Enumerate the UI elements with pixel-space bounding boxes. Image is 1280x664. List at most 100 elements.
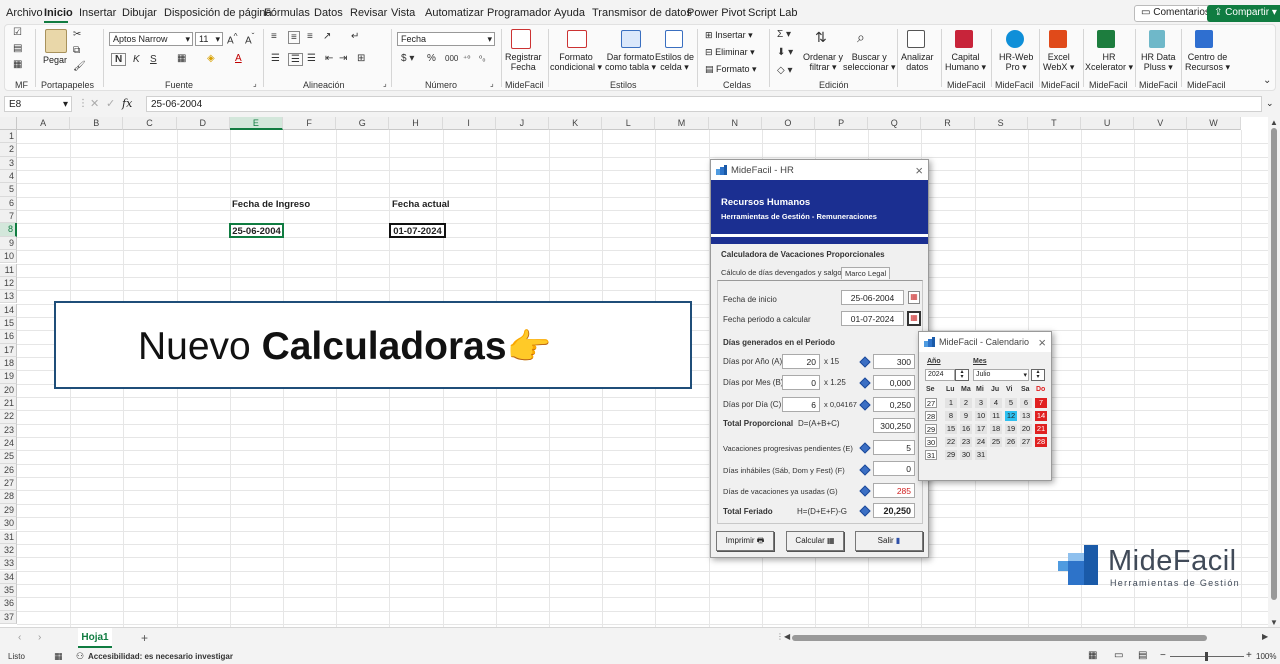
row-header-29[interactable]: 29: [0, 503, 17, 518]
macro-record-icon[interactable]: ▦: [54, 651, 63, 662]
column-header-c[interactable]: C: [123, 117, 177, 130]
column-header-b[interactable]: B: [70, 117, 124, 130]
column-header-l[interactable]: L: [602, 117, 656, 130]
row-header-34[interactable]: 34: [0, 570, 17, 584]
menu-ayuda[interactable]: Ayuda: [554, 7, 585, 19]
column-header-f[interactable]: F: [283, 117, 337, 130]
font-color-icon[interactable]: A: [235, 53, 242, 64]
hr-web-button[interactable]: HR-Web Pro ▾: [999, 52, 1033, 72]
page-break-icon[interactable]: ▤: [1138, 650, 1147, 661]
row-header-4[interactable]: 4: [0, 170, 17, 184]
row-header-12[interactable]: 12: [0, 276, 17, 291]
column-header-m[interactable]: M: [655, 117, 709, 130]
indent-increase-icon[interactable]: ⇥: [339, 53, 347, 64]
calendar-day[interactable]: 7: [1035, 398, 1047, 408]
mf-icon-1[interactable]: ☑: [13, 27, 22, 38]
row-header-7[interactable]: 7: [0, 210, 17, 224]
row-header-36[interactable]: 36: [0, 597, 17, 611]
calendar-day[interactable]: 6: [1020, 398, 1032, 408]
calendar-day[interactable]: 22: [945, 437, 957, 447]
format-button[interactable]: ▤ Formato ▾: [705, 64, 757, 74]
calendar-day[interactable]: 21: [1035, 424, 1047, 434]
hr-xcelerator-button[interactable]: HR Xcelerator ▾: [1085, 52, 1133, 72]
row-header-8[interactable]: 8: [0, 223, 17, 237]
excel-webx-button[interactable]: Excel WebX ▾: [1043, 52, 1074, 72]
column-header-r[interactable]: R: [921, 117, 975, 130]
fill-icon[interactable]: ⬇ ▾: [777, 47, 793, 58]
calendar-day[interactable]: 9: [960, 411, 972, 421]
calendar-day[interactable]: 19: [1005, 424, 1017, 434]
hr-xcelerator-icon[interactable]: [1097, 30, 1115, 48]
row-header-11[interactable]: 11: [0, 263, 17, 277]
bold-icon[interactable]: N: [111, 53, 127, 66]
name-box[interactable]: E8 ▾: [4, 96, 72, 112]
exit-button[interactable]: Salir ▮: [855, 531, 923, 551]
row-header-16[interactable]: 16: [0, 330, 17, 344]
menu-automatizar[interactable]: Automatizar: [425, 7, 484, 19]
decrease-decimal-icon[interactable]: ⁰₀: [479, 54, 486, 63]
column-header-d[interactable]: D: [176, 117, 230, 130]
row-header-13[interactable]: 13: [0, 290, 17, 304]
column-header-e[interactable]: E: [229, 117, 283, 130]
month-spinner-icon[interactable]: ▴ ▾: [1031, 369, 1045, 381]
find-select-button[interactable]: Buscar y seleccionar ▾: [843, 52, 896, 72]
menu-scriptlab[interactable]: Script Lab: [748, 7, 798, 19]
register-date-button[interactable]: Registrar Fecha: [505, 52, 542, 72]
row-header-3[interactable]: 3: [0, 156, 17, 170]
indent-decrease-icon[interactable]: ⇤: [325, 53, 333, 64]
cell-styles-button[interactable]: Estilos de celda ▾: [655, 52, 694, 72]
calendar-day[interactable]: 16: [960, 424, 972, 434]
align-middle-icon[interactable]: ≡: [288, 31, 300, 44]
select-all-corner[interactable]: [0, 117, 17, 130]
calendar-day[interactable]: 17: [975, 424, 987, 434]
scroll-up-icon[interactable]: ▲: [1270, 118, 1278, 127]
percent-icon[interactable]: %: [427, 53, 436, 64]
row-header-31[interactable]: 31: [0, 530, 17, 544]
centro-recursos-icon[interactable]: [1195, 30, 1213, 48]
calendar-day[interactable]: 30: [960, 450, 972, 460]
align-right-icon[interactable]: ☰: [307, 53, 316, 64]
cell-fecha-ingreso[interactable]: 25-06-2004: [229, 223, 284, 238]
calendar-day[interactable]: 13: [1020, 411, 1032, 421]
autosum-icon[interactable]: Σ ▾: [777, 29, 791, 40]
table-format-icon[interactable]: [621, 30, 641, 48]
row-header-26[interactable]: 26: [0, 463, 17, 478]
row-header-22[interactable]: 22: [0, 410, 17, 424]
menu-powerpivot[interactable]: Power Pivot: [687, 7, 746, 19]
number-format-select[interactable]: Fecha ▾: [397, 32, 495, 46]
column-header-a[interactable]: A: [17, 117, 71, 130]
menu-transmisor[interactable]: Transmisor de datos: [592, 7, 692, 19]
conditional-format-button[interactable]: Formato condicional ▾: [550, 52, 602, 72]
menu-disposicion[interactable]: Disposición de página: [164, 7, 272, 19]
menu-datos[interactable]: Datos: [314, 7, 343, 19]
delete-button[interactable]: ⊟ Eliminar ▾: [705, 47, 755, 57]
row-header-23[interactable]: 23: [0, 423, 17, 437]
tab-marco-legal[interactable]: Marco Legal: [841, 267, 891, 279]
cell-fecha-actual[interactable]: 01-07-2024: [389, 223, 446, 238]
column-header-k[interactable]: K: [549, 117, 603, 130]
row-header-30[interactable]: 30: [0, 517, 17, 531]
mf-icon-3[interactable]: ▦: [13, 59, 22, 70]
calendar-titlebar[interactable]: MideFacil - Calendario ×: [919, 332, 1051, 352]
hr-data-pluss-button[interactable]: HR Data Pluss ▾: [1141, 52, 1176, 72]
formula-input[interactable]: 25-06-2004: [146, 96, 1262, 112]
scroll-left-icon[interactable]: ◀: [784, 632, 790, 641]
find-select-icon[interactable]: ⌕: [857, 29, 865, 46]
row-header-35[interactable]: 35: [0, 583, 17, 598]
dialog-launcher-icon[interactable]: ⌟: [490, 79, 494, 88]
zoom-out-icon[interactable]: −: [1160, 650, 1166, 661]
calendar-day[interactable]: 12: [1005, 411, 1017, 421]
cut-icon[interactable]: ✂: [73, 29, 81, 40]
cell-styles-icon[interactable]: [665, 30, 683, 48]
mf-icon-2[interactable]: ▤: [13, 43, 22, 54]
row-header-32[interactable]: 32: [0, 543, 17, 558]
row-header-17[interactable]: 17: [0, 343, 17, 357]
row-header-20[interactable]: 20: [0, 383, 17, 397]
column-header-t[interactable]: T: [1027, 117, 1081, 130]
vertical-scrollbar[interactable]: [1271, 128, 1277, 600]
table-format-button[interactable]: Dar formato como tabla ▾: [605, 52, 656, 72]
calendar-day[interactable]: 3: [975, 398, 987, 408]
row-header-18[interactable]: 18: [0, 356, 17, 371]
calendar-day[interactable]: 25: [990, 437, 1002, 447]
dias-dia-input[interactable]: 6: [782, 397, 820, 412]
